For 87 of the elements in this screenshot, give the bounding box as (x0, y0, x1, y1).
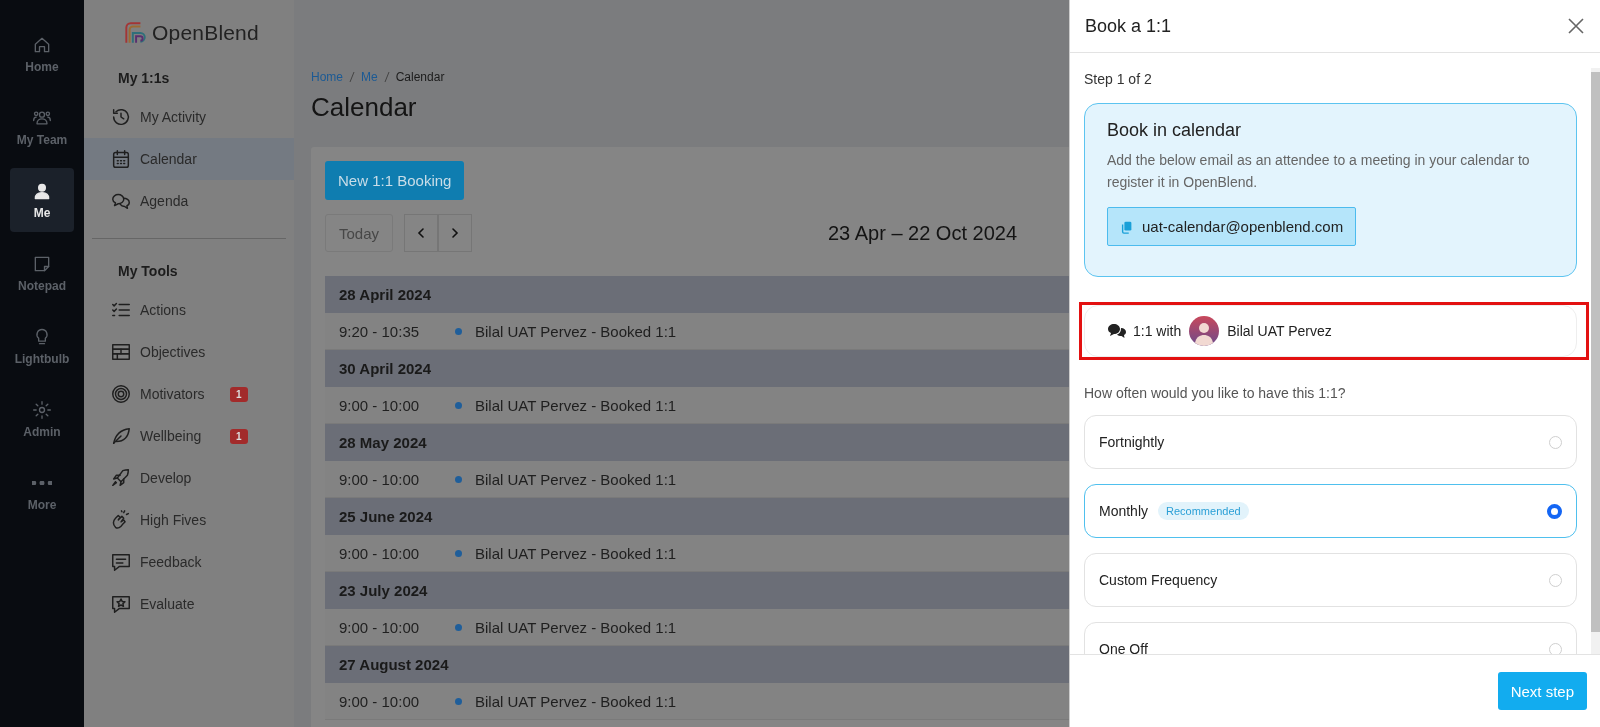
frequency-option[interactable]: Custom Frequency (1084, 553, 1577, 607)
sidebar-item[interactable]: My Activity (84, 96, 294, 138)
chevron-right-icon (449, 227, 461, 239)
event-dot-icon (455, 475, 462, 483)
event-time: 9:20 - 10:35 (339, 322, 421, 340)
avatar-icon (1189, 316, 1220, 346)
sidebar-item[interactable]: Agenda (84, 180, 294, 222)
event-time: 9:00 - 10:00 (339, 618, 421, 636)
sidebar-item[interactable]: Evaluate (84, 583, 294, 625)
step-label: Step 1 of 2 (1084, 71, 1153, 87)
sidebar-item[interactable]: Actions (84, 289, 294, 331)
event-dot-icon (455, 623, 462, 631)
event-title: Bilal UAT Pervez - Booked 1:1 (475, 322, 677, 340)
event-title: Bilal UAT Pervez - Booked 1:1 (475, 396, 677, 414)
event-dot-icon (455, 697, 462, 705)
attendee-name: Bilal UAT Pervez (1227, 323, 1332, 339)
star-message-icon (110, 593, 132, 615)
panel-title: Book a 1:1 (1085, 15, 1172, 37)
day-header: 30 April 2024 (325, 350, 1069, 387)
target-icon (110, 383, 132, 405)
event-time: 9:00 - 10:00 (339, 396, 421, 414)
next-button[interactable] (438, 214, 472, 252)
frequency-option[interactable]: Fortnightly (1084, 415, 1577, 469)
calendar-icon (110, 148, 132, 170)
next-step-button[interactable]: Next step (1497, 672, 1587, 710)
section-heading: My 1:1s (117, 70, 171, 86)
count-badge: 1 (230, 428, 248, 444)
email-copy-button[interactable]: uat-calendar@openblend.com (1107, 207, 1357, 246)
question-text: How often would you like to have this 1:1? (1084, 385, 1347, 401)
sidebar-item[interactable]: Motivators 1 (84, 373, 294, 415)
day-header: 28 May 2024 (325, 424, 1069, 461)
event-title: Bilal UAT Pervez - Booked 1:1 (475, 544, 677, 562)
more-icon (32, 480, 52, 485)
bricks-icon (110, 341, 132, 363)
logo-mark-icon (122, 20, 148, 46)
day-header: 23 July 2024 (325, 572, 1069, 609)
sidebar-item[interactable]: Objectives (84, 331, 294, 373)
chevron-left-icon (415, 227, 427, 239)
count-badge: 1 (230, 386, 248, 402)
rail-nav-item[interactable]: More (10, 460, 74, 524)
event-title: Bilal UAT Pervez - Booked 1:1 (475, 618, 677, 636)
day-header: 27 August 2024 (325, 646, 1069, 683)
radio-button[interactable] (1547, 503, 1562, 519)
attendee-label: 1:1 with (1133, 323, 1182, 339)
new-booking-button[interactable]: New 1:1 Booking (325, 161, 465, 200)
event-time: 9:00 - 10:00 (339, 544, 421, 562)
rail-nav-item[interactable]: Admin (10, 387, 74, 451)
breadcrumb-current: Calendar (395, 70, 445, 84)
rail-nav-item[interactable]: Me (10, 168, 74, 232)
frequency-option[interactable]: Monthly Recommended (1084, 484, 1577, 538)
history-icon (110, 106, 132, 128)
rail-nav-item[interactable]: Notepad (10, 241, 74, 305)
prev-button[interactable] (404, 214, 438, 252)
sidebar-item[interactable]: High Fives (84, 499, 294, 541)
logo-text: OpenBlend (152, 21, 259, 45)
settings-icon (32, 399, 52, 420)
sidebar-item[interactable]: Feedback (84, 541, 294, 583)
event-title: Bilal UAT Pervez - Booked 1:1 (475, 692, 677, 710)
leaf-icon (110, 425, 132, 447)
today-button[interactable]: Today (325, 214, 393, 252)
rail-nav-item[interactable]: My Team (10, 95, 74, 159)
separator-icon (383, 71, 390, 83)
sidebar-item[interactable]: Develop (84, 457, 294, 499)
message-icon (110, 551, 132, 573)
event-dot-icon (455, 549, 462, 557)
separator-icon (349, 71, 355, 83)
clapping-hands-icon (110, 509, 132, 531)
rail-nav-item[interactable]: Lightbulb (10, 314, 74, 378)
rail-nav-item[interactable]: Home (10, 22, 74, 86)
day-header: 28 April 2024 (325, 276, 1069, 313)
page-title: Calendar (311, 92, 418, 123)
info-title: Book in calendar (1107, 120, 1243, 141)
event-time: 9:00 - 10:00 (339, 692, 421, 710)
recommended-tag: Recommended (1158, 502, 1249, 520)
event-dot-icon (455, 327, 462, 335)
scrollbar[interactable] (1591, 68, 1600, 654)
section-heading: My Tools (117, 263, 179, 279)
date-range: 23 Apr – 22 Oct 2024 (828, 221, 1018, 245)
event-time: 9:00 - 10:00 (339, 470, 421, 488)
day-header: 25 June 2024 (325, 498, 1069, 535)
chat-icon (1107, 323, 1127, 339)
sidebar-item[interactable]: Wellbeing 1 (84, 415, 294, 457)
event-title: Bilal UAT Pervez - Booked 1:1 (475, 470, 677, 488)
rocket-icon (110, 467, 132, 489)
info-text: Add the below email as an attendee to a meeting in your calendar to register it in OpenBlend. (1107, 151, 1531, 192)
event-dot-icon (455, 401, 462, 409)
sidebar-item[interactable]: Calendar (84, 138, 294, 180)
